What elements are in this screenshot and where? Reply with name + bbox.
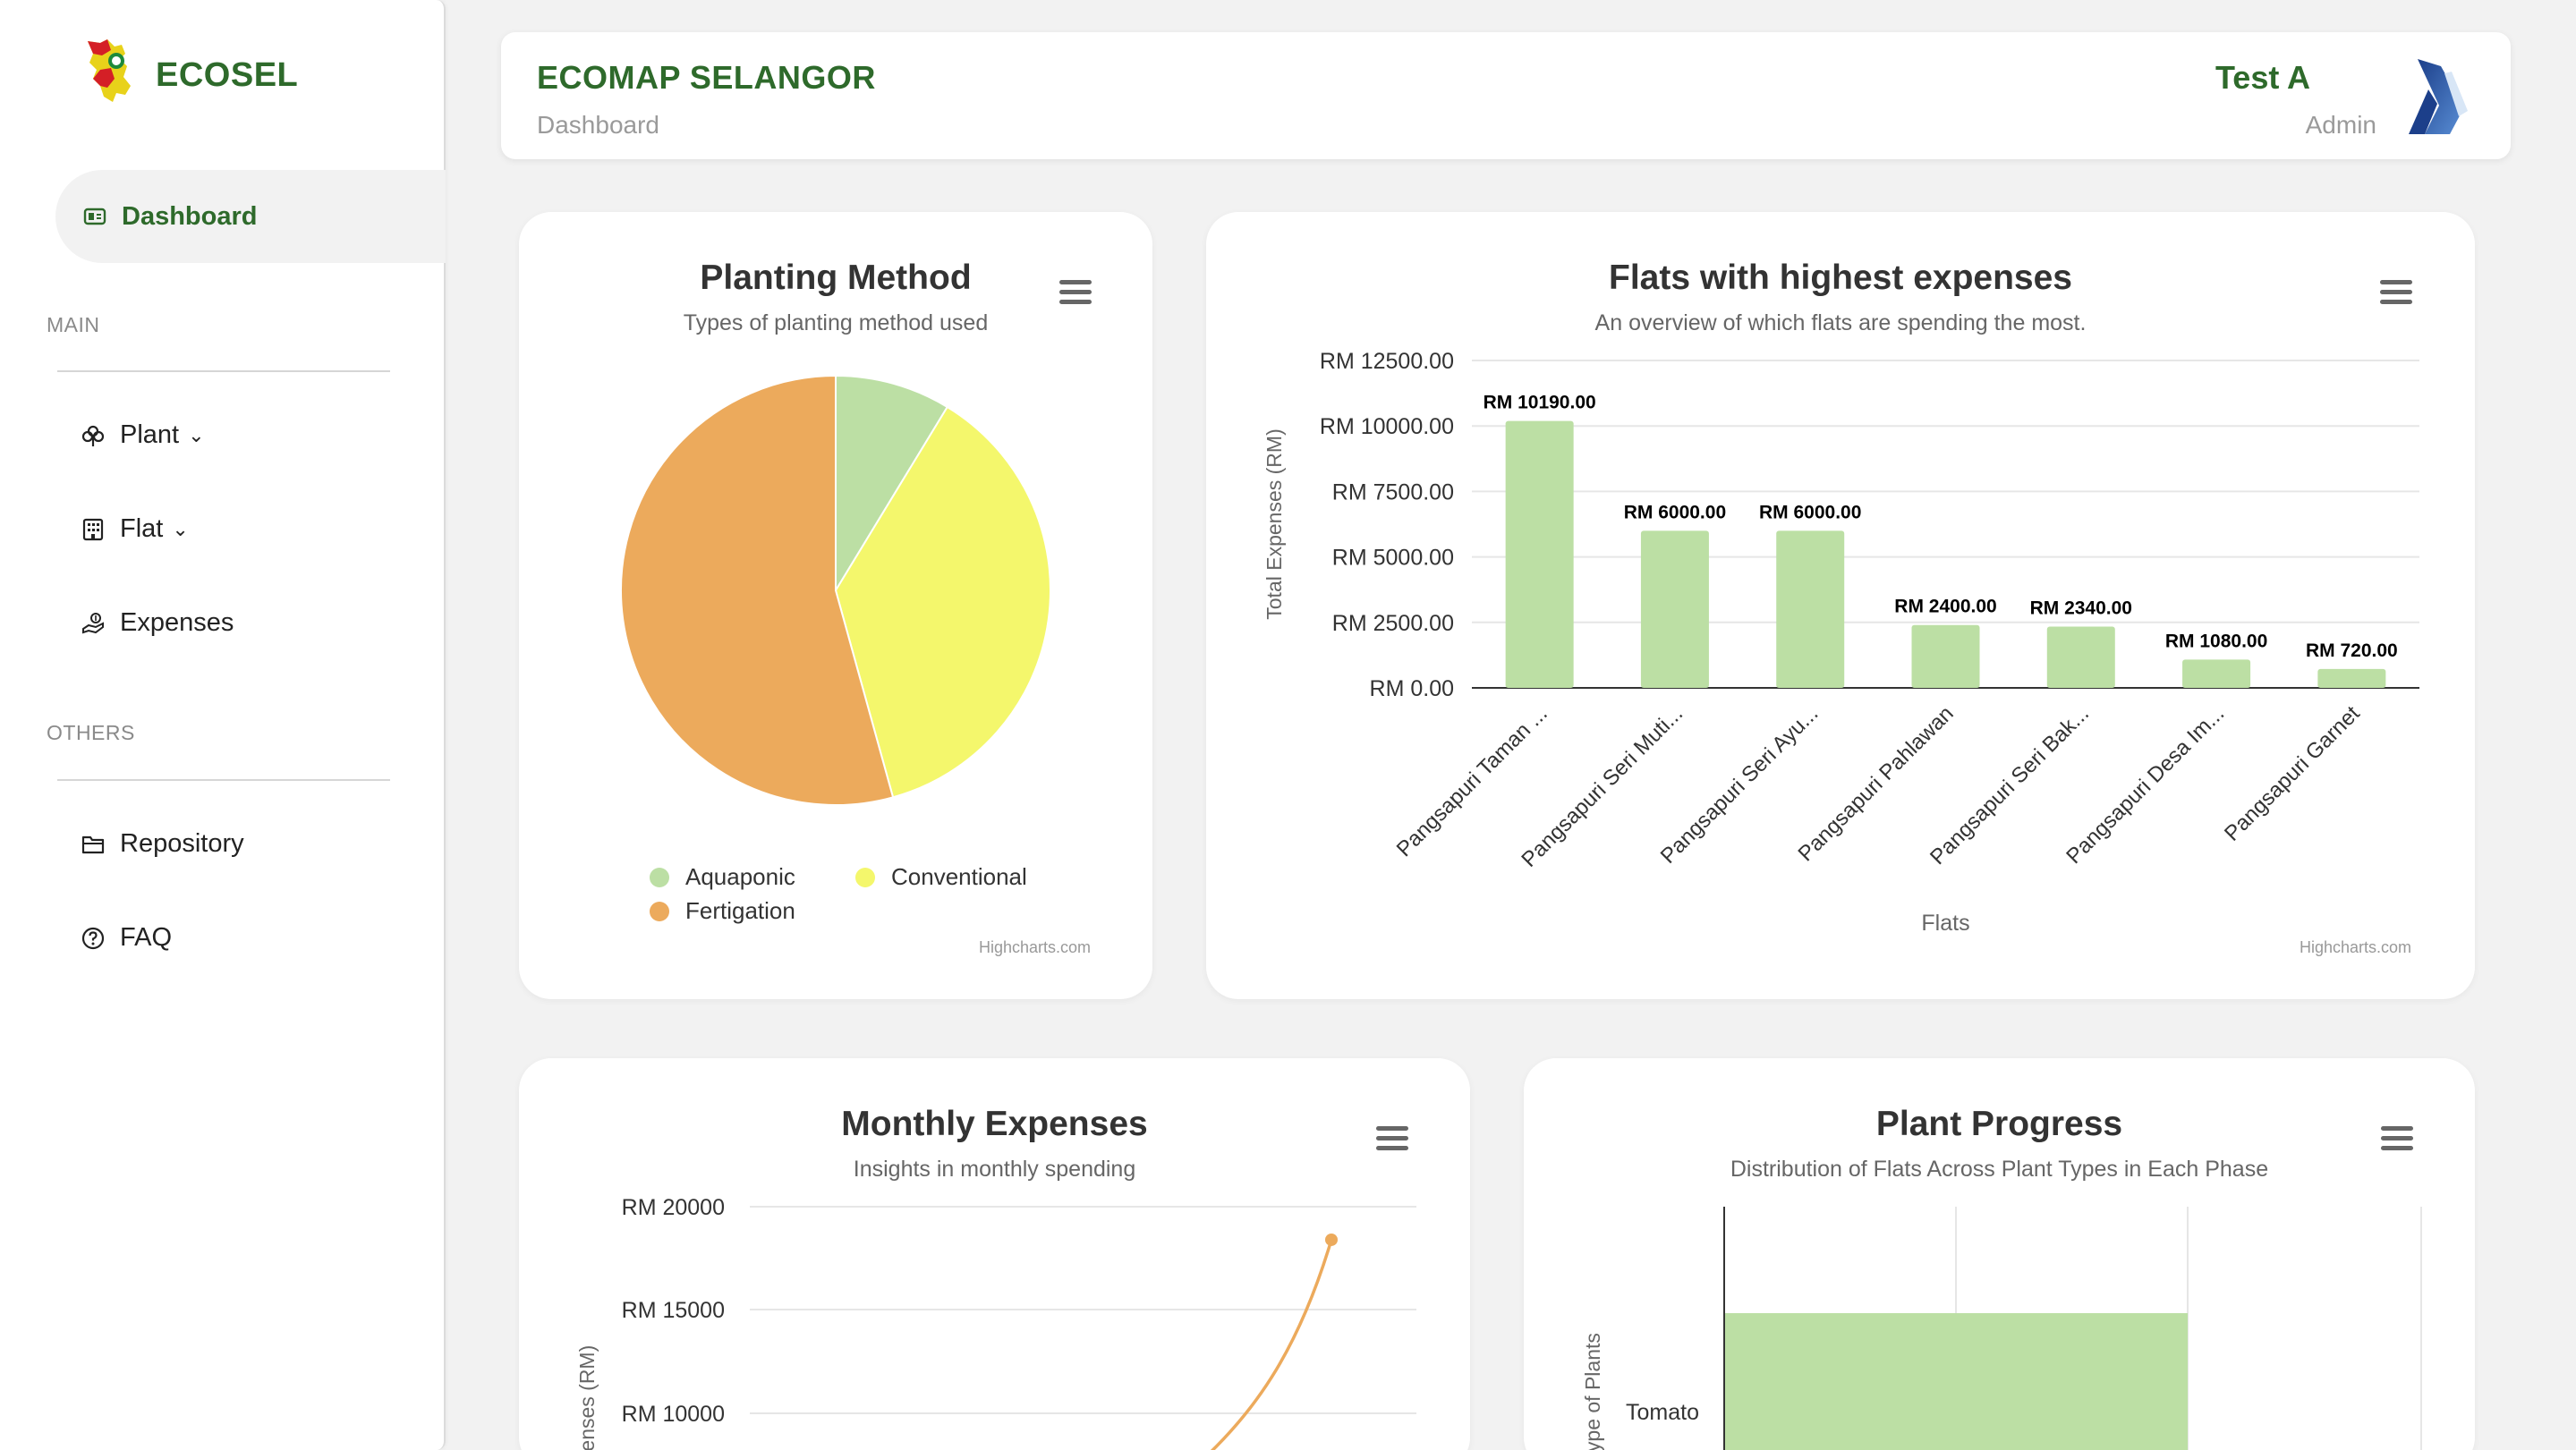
sidebar-item-label: Repository xyxy=(120,829,244,858)
plant-icon xyxy=(81,425,105,446)
money-hand-icon xyxy=(82,612,104,633)
brand[interactable]: ECOSEL xyxy=(81,38,298,106)
user-role: Admin xyxy=(2305,111,2376,139)
y-axis-label: Total Expenses (RM) xyxy=(1262,428,1286,619)
user-name[interactable]: Test A xyxy=(2215,59,2310,97)
y-axis-label: Expenses (RM) xyxy=(575,1345,599,1450)
bar[interactable] xyxy=(1725,1313,2188,1450)
bar[interactable] xyxy=(1505,420,1574,688)
brand-name: ECOSEL xyxy=(156,55,299,94)
bar-data-label: RM 2400.00 xyxy=(1894,597,1996,617)
section-main-heading: MAIN xyxy=(47,313,100,336)
divider xyxy=(57,779,390,781)
flats-expenses-card: Flats with highest expenses An overview … xyxy=(1206,212,2475,999)
sidebar-item-dashboard[interactable]: Dashboard xyxy=(55,170,446,263)
sidebar-item-label: Expenses xyxy=(120,608,234,637)
section-others-heading: OTHERS xyxy=(47,721,135,744)
sidebar-item-faq[interactable]: FAQ xyxy=(81,923,172,953)
avatar[interactable] xyxy=(2393,54,2478,140)
y-tick-label: RM 20000 xyxy=(622,1195,725,1220)
y-tick-label: RM 7500.00 xyxy=(1332,479,1454,505)
y-tick-label: RM 0.00 xyxy=(1370,676,1454,701)
legend-marker xyxy=(650,867,669,887)
x-tick-label: Pangsapuri Garnet xyxy=(2220,701,2365,846)
x-tick-label: Pangsapuri Pahlawan xyxy=(1794,701,1959,866)
sidebar-item-repository[interactable]: Repository xyxy=(81,829,244,859)
y-tick-label: RM 10000.00 xyxy=(1320,414,1454,439)
monthly-expenses-card: Monthly Expenses Insights in monthly spe… xyxy=(519,1058,1470,1450)
bar-data-label: RM 720.00 xyxy=(2306,640,2398,661)
y-tick-label: RM 5000.00 xyxy=(1332,546,1454,571)
sidebar-item-label: Plant xyxy=(120,420,180,449)
legend-marker xyxy=(650,901,669,921)
legend-item-fertigation[interactable]: Fertigation xyxy=(650,897,795,925)
legend-label: Fertigation xyxy=(685,897,795,924)
chart-credit[interactable]: Highcharts.com xyxy=(979,938,1091,957)
sidebar-item-label: FAQ xyxy=(120,923,173,952)
question-icon xyxy=(81,927,105,949)
legend-label: Aquaponic xyxy=(685,863,795,890)
divider xyxy=(57,370,390,372)
data-point[interactable] xyxy=(1325,1233,1338,1246)
y-tick-label: RM 12500.00 xyxy=(1320,349,1454,374)
y-tick-label: RM 10000 xyxy=(622,1402,725,1427)
horizontal-bar-chart: Tomato Type of Plants xyxy=(1581,1207,2422,1450)
bar-data-label: RM 2340.00 xyxy=(2030,598,2132,618)
legend-marker xyxy=(855,867,875,887)
sidebar-item-label: Flat xyxy=(120,514,164,543)
x-tick-label: Pangsapuri Taman ... xyxy=(1392,701,1552,861)
sidebar-item-label: Dashboard xyxy=(122,201,258,231)
chart-credit[interactable]: Highcharts.com xyxy=(2300,938,2411,957)
bar[interactable] xyxy=(1776,530,1845,688)
plant-progress-card: Plant Progress Distribution of Flats Acr… xyxy=(1524,1058,2475,1450)
legend-item-aquaponic[interactable]: Aquaponic xyxy=(650,863,795,891)
bar-chart: RM 0.00 RM 2500.00 RM 5000.00 RM 7500.00 RM … xyxy=(1262,349,2419,936)
pie-chart xyxy=(620,374,1051,806)
y-tick-label: RM 15000 xyxy=(622,1298,725,1323)
series-line[interactable] xyxy=(1192,1239,1333,1450)
sidebar-item-plant[interactable]: Plant ⌄ xyxy=(81,420,205,450)
top-header: ECOMAP SELANGOR Dashboard Test A Admin xyxy=(501,32,2511,159)
x-tick-label: Pangsapuri Desa Im... xyxy=(2062,701,2229,869)
planting-method-card: Planting Method Types of planting method… xyxy=(519,212,1152,999)
selangor-map-logo xyxy=(88,39,131,102)
bar-data-label: RM 6000.00 xyxy=(1759,502,1861,522)
y-tick-label: Tomato xyxy=(1626,1400,1699,1425)
bar[interactable] xyxy=(1640,530,1709,688)
sidebar: ECOSEL Dashboard MAIN Plant ⌄ Flat ⌄ Exp… xyxy=(0,0,446,1450)
y-tick-label: RM 2500.00 xyxy=(1332,611,1454,636)
bar[interactable] xyxy=(2317,668,2386,688)
bar-data-label: RM 1080.00 xyxy=(2165,631,2267,651)
bar-data-label: RM 10190.00 xyxy=(1484,393,1596,413)
breadcrumb: Dashboard xyxy=(537,111,659,139)
chart-title: Planting Method xyxy=(700,259,972,297)
line-chart: RM 10000 RM 15000 RM 20000 Expenses (RM) xyxy=(575,1195,1416,1450)
dashboard-icon xyxy=(83,208,106,225)
y-axis-label: Type of Plants xyxy=(1581,1333,1604,1450)
legend-label: Conventional xyxy=(891,863,1027,890)
legend-item-conventional[interactable]: Conventional xyxy=(855,863,1027,891)
bar-data-label: RM 6000.00 xyxy=(1624,502,1726,522)
x-axis-label: Flats xyxy=(1921,911,1969,936)
building-icon xyxy=(82,518,104,540)
chevron-down-icon: ⌄ xyxy=(188,423,205,446)
folder-icon xyxy=(81,835,105,853)
sidebar-item-flat[interactable]: Flat ⌄ xyxy=(81,514,189,544)
chevron-down-icon: ⌄ xyxy=(172,517,189,540)
bar[interactable] xyxy=(1911,624,1980,688)
page-title: ECOMAP SELANGOR xyxy=(537,59,876,96)
sidebar-item-expenses[interactable]: Expenses xyxy=(81,608,234,638)
chart-subtitle: Types of planting method used xyxy=(683,310,989,335)
chart-menu-button[interactable] xyxy=(1059,280,1092,307)
x-tick-label: Pangsapuri Seri Ayu... xyxy=(1656,701,1824,869)
bar[interactable] xyxy=(2182,659,2251,688)
bar[interactable] xyxy=(2046,626,2115,688)
